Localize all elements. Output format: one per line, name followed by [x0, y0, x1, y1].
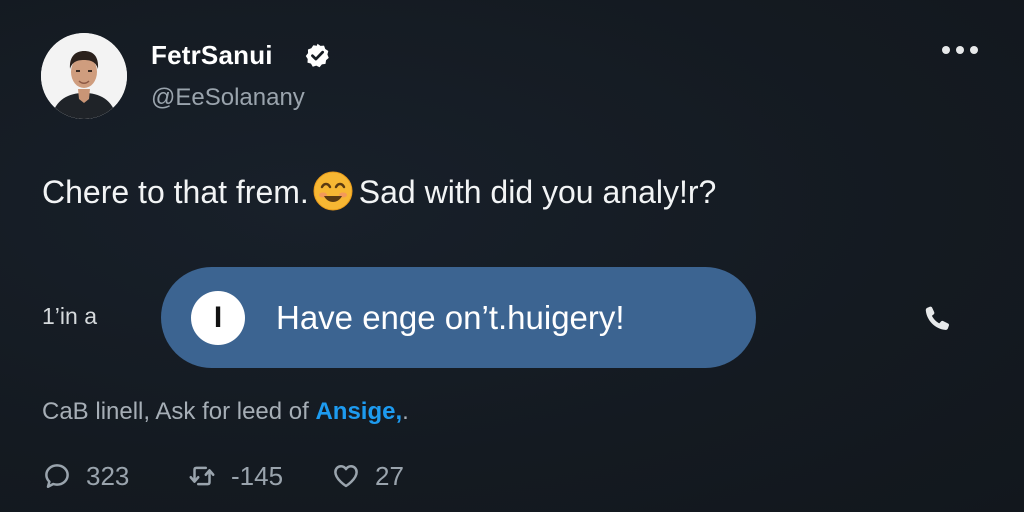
reply-side-label: 1’in a [42, 303, 97, 329]
tweet-text-part-1: Chere to that frem. [42, 174, 309, 210]
retweet-icon [189, 466, 215, 486]
retweet-count: -145 [231, 460, 284, 491]
tweet-text: Chere to that frem. Sad with did you ana… [42, 171, 716, 211]
author-name[interactable]: FetrSanui [151, 40, 273, 71]
footer-note: CaB linell, Ask for leed of Ansige,. [42, 398, 409, 426]
tweet-card: FetrSanui @EeSolanany Chere to that frem… [0, 0, 1024, 512]
reply-suggestion-button[interactable]: I Have enge on’t.huigery! [161, 267, 756, 368]
footer-text: CaB linell, Ask for leed of [42, 398, 316, 425]
retweet-action[interactable]: -145 [187, 458, 283, 494]
more-horizontal-icon[interactable] [940, 42, 980, 58]
avatar[interactable] [41, 33, 127, 119]
reply-count: 323 [86, 460, 130, 491]
like-action[interactable]: 27 [331, 458, 404, 494]
author-handle[interactable]: @EeSolanany [151, 84, 305, 112]
reply-action[interactable]: 323 [42, 458, 129, 494]
tweet-text-part-2: Sad with did you analy!r? [358, 174, 717, 210]
like-count: 27 [375, 460, 404, 491]
reply-icon [45, 464, 69, 488]
reply-suggestion-text: Have enge on’t.huigery! [276, 299, 625, 336]
avatar-photo [41, 33, 127, 119]
pill-initial-badge: I [191, 291, 245, 345]
heart-icon [334, 465, 358, 488]
footer-trailing: . [402, 398, 409, 425]
verified-badge-icon [305, 43, 329, 68]
smiling-face-emoji-icon [313, 171, 353, 211]
footer-link[interactable]: Ansige, [315, 398, 402, 425]
phone-icon[interactable] [921, 303, 953, 335]
